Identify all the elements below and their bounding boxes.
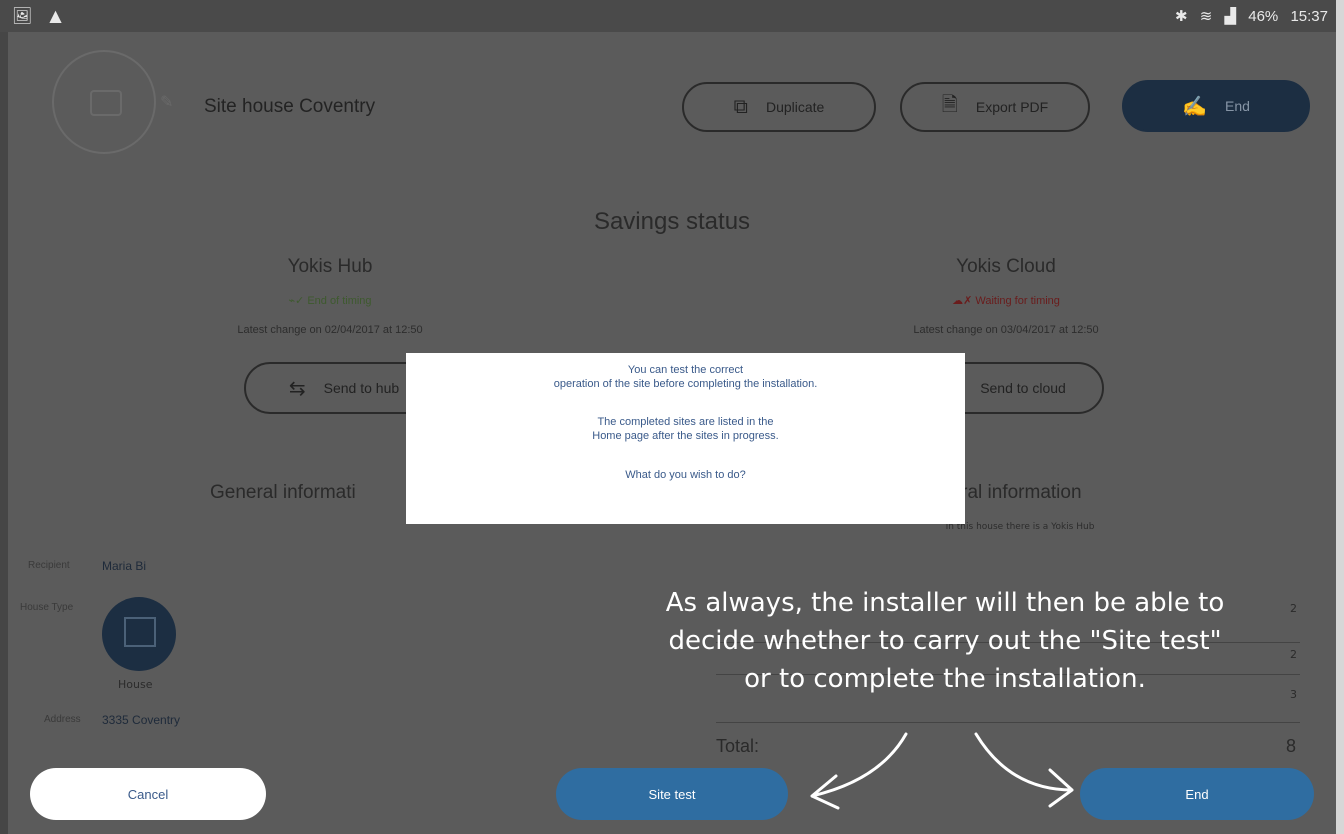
site-test-button[interactable]: Site test	[556, 768, 788, 820]
battery-level: 46%	[1248, 8, 1279, 25]
address-label: Address	[44, 714, 81, 725]
total-value: 8	[1286, 736, 1297, 756]
dialog-line: You can test the correct	[627, 364, 744, 376]
hub-state: ⌁✓ End of timing	[200, 294, 460, 307]
cancel-button[interactable]: Cancel	[30, 768, 266, 820]
export-label: Export PDF	[975, 99, 1049, 115]
cloud-error-icon: ☁✗	[952, 295, 976, 307]
dialog-question: What do you wish to do?	[406, 468, 965, 482]
general-info-left-title: General informati	[210, 482, 356, 503]
cloud-state: ☁✗ Waiting for timing	[876, 294, 1136, 307]
pdf-icon: 🗎	[941, 94, 958, 116]
house-type-value: House	[118, 678, 153, 691]
info-dialog: You can test the correct operation of th…	[406, 353, 965, 524]
general-info-right-title: neral information	[940, 482, 1082, 503]
dialog-line: What do you wish to do?	[625, 469, 746, 481]
site-title: Site house Coventry	[204, 96, 376, 117]
status-time: 15:37	[1290, 8, 1328, 25]
cloud-title: Yokis Cloud	[956, 256, 1056, 277]
annotation-line: or to complete the installation.	[744, 664, 1146, 694]
address-value[interactable]: 3335 Coventry	[102, 713, 180, 727]
duplicate-icon: ⧉	[733, 95, 748, 118]
list-divider	[716, 722, 1300, 723]
house-type-label: House Type	[20, 602, 74, 613]
annotation-line: decide whether to carry out the "Site te…	[668, 626, 1222, 656]
duplicate-button[interactable]: ⧉ Duplicate	[682, 82, 876, 132]
camera-icon	[90, 90, 122, 116]
send-cloud-label: Send to cloud	[980, 380, 1066, 396]
notification-icons: 🖼 ▲	[12, 6, 68, 25]
cloud-latest-change: Latest change on 03/04/2017 at 12:50	[913, 324, 1099, 336]
dialog-line: Home page after the sites in progress.	[592, 430, 779, 442]
end-header-label: End	[1224, 98, 1250, 114]
send-hub-label: Send to hub	[323, 380, 400, 396]
dialog-paragraph-2: The completed sites are listed in the Ho…	[406, 415, 965, 443]
status-right: ✱ ≋ ▟ 46% 15:37	[1167, 7, 1328, 25]
dialog-paragraph-1: You can test the correct operation of th…	[406, 363, 965, 391]
left-edge	[0, 32, 8, 834]
bluetooth-icon: ✱	[1175, 8, 1188, 25]
hub-state-text: End of timing	[307, 295, 372, 307]
savings-status-title: Savings status	[593, 208, 751, 235]
recipient-label: Recipient	[28, 560, 70, 571]
end-header-button[interactable]: ✍ End	[1122, 80, 1310, 132]
status-bar: 🖼 ▲ ✱ ≋ ▟ 46% 15:37	[0, 0, 1344, 32]
cloud-state-text: Waiting for timing	[975, 295, 1060, 307]
dialog-line: The completed sites are listed in the	[597, 416, 774, 428]
tutorial-annotation: As always, the installer will then be ab…	[560, 584, 1330, 698]
dialog-line: operation of the site before completing …	[553, 378, 818, 390]
export-pdf-button[interactable]: 🗎 Export PDF	[900, 82, 1090, 132]
wifi-icon: ≋	[1199, 8, 1213, 25]
house-type-selector[interactable]	[102, 597, 176, 671]
recipient-value[interactable]: Maria Bi	[102, 559, 146, 573]
edit-icon[interactable]: ✎	[160, 92, 173, 111]
end-button[interactable]: End	[1080, 768, 1314, 820]
signal-icon: ▟	[1224, 8, 1237, 25]
duplicate-label: Duplicate	[765, 99, 825, 115]
site-photo-placeholder[interactable]	[52, 50, 156, 154]
total-label: Total:	[716, 736, 760, 756]
house-icon	[124, 617, 156, 647]
hub-state-icon: ⌁✓	[288, 295, 308, 307]
right-edge	[1336, 0, 1344, 834]
signature-icon: ✍	[1182, 95, 1207, 118]
hub-icon: ⇆	[288, 377, 306, 400]
hub-title: Yokis Hub	[287, 256, 373, 277]
annotation-line: As always, the installer will then be ab…	[665, 588, 1225, 618]
hub-latest-change: Latest change on 02/04/2017 at 12:50	[237, 324, 423, 336]
